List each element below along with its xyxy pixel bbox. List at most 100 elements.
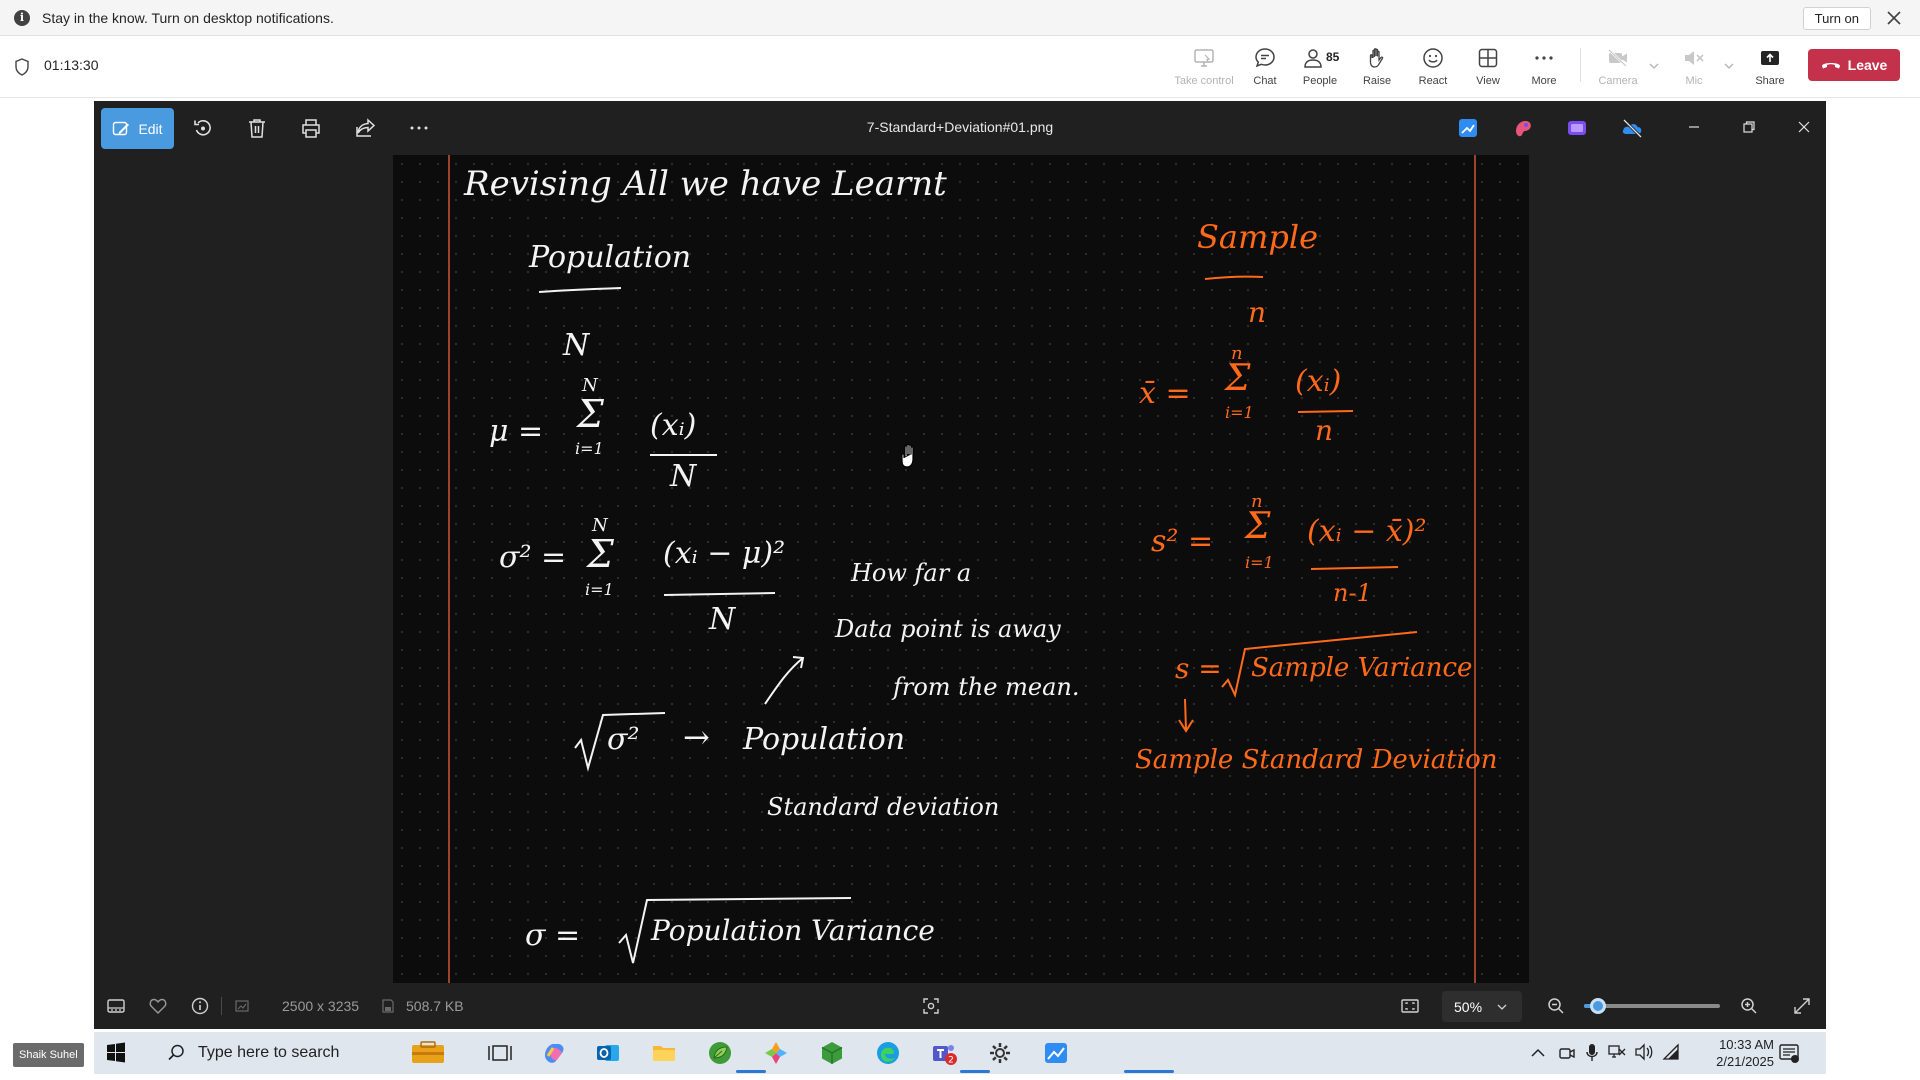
photos-toolbar: Edit 7-Standard+Deviation#01.png [94, 101, 1826, 155]
s2-numerator: (xᵢ − x̄)² [1307, 514, 1427, 549]
sqrt-sigma-inner: σ² [607, 722, 640, 757]
file-size-icon [382, 999, 394, 1013]
zoom-level: 50% [1454, 998, 1483, 1015]
variance-sum-bottom: i=1 [585, 580, 614, 599]
zoom-slider[interactable] [1584, 998, 1720, 1014]
show-hidden-icons-chevron-icon[interactable] [1530, 1046, 1546, 1060]
camera-label: Camera [1598, 75, 1638, 87]
network-icon[interactable] [1607, 1043, 1627, 1061]
system-clock[interactable]: 10:33 AM 2/21/2025 [1694, 1036, 1774, 1070]
copilot-icon[interactable] [540, 1039, 568, 1067]
taskbar-search-box[interactable]: Type here to search [156, 1035, 386, 1071]
photos-editor-app-icon[interactable] [1457, 117, 1479, 139]
minimize-icon[interactable] [1684, 117, 1704, 137]
windows-start-icon[interactable] [102, 1039, 130, 1067]
xbar-sum-bottom: i=1 [1225, 403, 1254, 422]
mic-button[interactable]: Mic [1664, 46, 1724, 94]
mic-muted-icon [1685, 51, 1704, 65]
heading-text: Revising All we have Learnt [464, 164, 947, 204]
s2-sum-bottom: i=1 [1245, 553, 1274, 572]
sample-size-n: n [1248, 296, 1267, 329]
toolbar-divider [1580, 48, 1581, 82]
population-std-label: Population [743, 722, 906, 757]
windows-taskbar: Type here to search 2 10:33 AM 2/21/2025 [94, 1032, 1826, 1074]
task-view-icon[interactable] [486, 1039, 514, 1067]
camera-options-chevron-icon[interactable] [1648, 60, 1660, 72]
hang-up-icon [1821, 63, 1840, 69]
favorite-heart-icon[interactable] [148, 996, 168, 1016]
status-divider [221, 997, 222, 1015]
edge-active-indicator [960, 1070, 990, 1073]
photos-taskbar-icon[interactable] [1042, 1039, 1070, 1067]
s2-fraction-line [1310, 566, 1399, 570]
paint-app-icon[interactable] [1512, 117, 1534, 139]
sample-underline [1204, 275, 1264, 280]
file-info-icon[interactable] [190, 996, 210, 1016]
xbar-lhs: x̄ = [1139, 376, 1191, 411]
teams-badge-count: 2 [948, 1056, 954, 1066]
take-control-button[interactable]: Take control [1173, 46, 1235, 94]
raise-hand-button[interactable]: Raise [1347, 46, 1407, 94]
zoom-level-dropdown[interactable]: 50% [1442, 991, 1522, 1022]
s2-lhs: s² = [1151, 524, 1214, 559]
wifi-icon[interactable] [1661, 1043, 1681, 1061]
zoom-in-icon[interactable] [1739, 996, 1759, 1016]
s-lhs: s = [1175, 652, 1222, 685]
news-widget-icon[interactable] [408, 1039, 448, 1067]
variance-lhs: σ² = [499, 540, 567, 575]
turn-on-notifications-button[interactable]: Turn on [1802, 7, 1871, 30]
green-cube-app-icon[interactable] [818, 1039, 846, 1067]
react-button[interactable]: React [1403, 46, 1463, 94]
chat-icon [1255, 48, 1275, 68]
chat-label: Chat [1253, 75, 1277, 87]
file-explorer-icon[interactable] [650, 1039, 678, 1067]
people-button[interactable]: 85 People [1290, 46, 1350, 94]
more-button[interactable]: More [1514, 46, 1574, 94]
image-canvas[interactable]: Revising All we have Learnt Population N… [94, 155, 1826, 983]
visual-search-icon[interactable] [921, 996, 941, 1016]
notification-center-icon[interactable] [1778, 1042, 1800, 1064]
leaf-app-icon[interactable] [706, 1039, 734, 1067]
meet-now-icon[interactable] [1558, 1043, 1576, 1063]
take-control-icon [1194, 49, 1214, 67]
chevron-down-icon [1497, 1004, 1507, 1010]
teams-icon[interactable]: 2 [930, 1039, 958, 1067]
close-icon[interactable] [1884, 8, 1904, 28]
leave-button[interactable]: Leave [1808, 49, 1900, 81]
close-window-icon[interactable] [1794, 117, 1814, 137]
meeting-controls-bar: 01:13:30 Take control Chat 85 People Rai… [0, 36, 1920, 98]
settings-gear-icon[interactable] [986, 1039, 1014, 1067]
photos-legacy-icon[interactable] [762, 1039, 790, 1067]
full-screen-icon[interactable] [1792, 996, 1812, 1016]
react-label: React [1418, 75, 1448, 87]
xbar-sigma-sum: Σ [1225, 358, 1251, 399]
zoom-slider-thumb[interactable] [1589, 998, 1606, 1014]
mic-options-chevron-icon[interactable] [1723, 60, 1735, 72]
zoom-out-icon[interactable] [1546, 996, 1566, 1016]
meeting-timer: 01:13:30 [44, 57, 99, 73]
outlook-icon[interactable] [594, 1039, 622, 1067]
volume-icon[interactable] [1634, 1043, 1654, 1061]
camera-button[interactable]: Camera [1588, 46, 1648, 94]
people-count: 85 [1326, 50, 1340, 64]
explorer-active-indicator [736, 1070, 766, 1073]
sqrt-arrow: → [683, 718, 710, 756]
restore-icon[interactable] [1739, 117, 1759, 137]
people-label: People [1302, 75, 1338, 87]
onedrive-off-icon[interactable] [1621, 117, 1643, 139]
raise-label: Raise [1362, 75, 1392, 87]
fit-to-window-icon[interactable] [1400, 996, 1420, 1016]
share-button[interactable]: Share [1740, 46, 1800, 94]
whiteboard-image: Revising All we have Learnt Population N… [393, 155, 1529, 983]
clipchamp-app-icon[interactable] [1566, 117, 1588, 139]
file-size: 508.7 KB [406, 998, 464, 1014]
filmstrip-icon[interactable] [106, 996, 126, 1016]
grid-view-icon [1478, 48, 1498, 68]
microphone-in-use-icon[interactable] [1584, 1042, 1600, 1062]
population-heading: Population [529, 240, 692, 275]
search-icon [168, 1044, 184, 1061]
view-button[interactable]: View [1458, 46, 1518, 94]
edge-browser-icon[interactable] [874, 1039, 902, 1067]
variance-fraction-line [663, 592, 776, 596]
chat-button[interactable]: Chat [1235, 46, 1295, 94]
